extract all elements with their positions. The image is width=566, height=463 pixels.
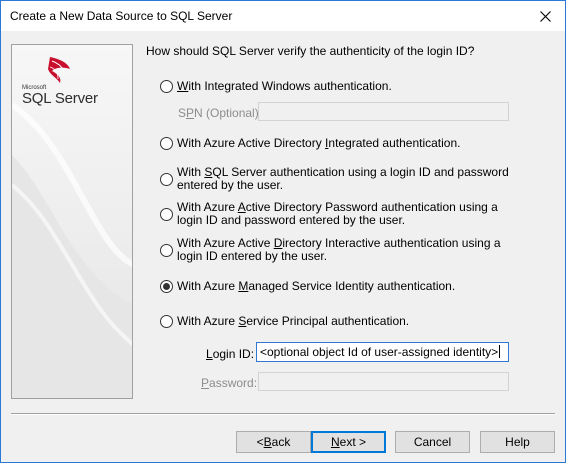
password-label: Password: — [201, 376, 258, 390]
radio-aad-password[interactable]: With Azure Active Directory Password aut… — [160, 201, 517, 227]
close-icon — [539, 10, 551, 22]
radio-button[interactable] — [160, 208, 173, 221]
radio-integrated-windows[interactable]: With Integrated Windows authentication. — [160, 80, 392, 93]
radio-button[interactable] — [160, 137, 173, 150]
radio-button-selected[interactable] — [160, 280, 173, 293]
radio-aad-managed-identity[interactable]: With Azure Managed Service Identity auth… — [160, 280, 455, 293]
radio-aad-interactive[interactable]: With Azure Active Directory Interactive … — [160, 237, 517, 263]
login-id-input[interactable]: <optional object Id of user-assigned ide… — [256, 342, 509, 362]
spn-label: SPN (Optional): — [178, 106, 263, 120]
next-button[interactable]: Next > — [311, 431, 386, 453]
option-label: With Azure Managed Service Identity auth… — [177, 279, 456, 293]
option-label: With SQL Server authentication using a l… — [177, 165, 509, 192]
radio-button[interactable] — [160, 315, 173, 328]
logo-panel: Microsoft SQL Server — [11, 44, 133, 399]
radio-button[interactable] — [160, 80, 173, 93]
option-label: With Azure Active Directory Interactive … — [177, 236, 501, 263]
auth-question: How should SQL Server verify the authent… — [146, 44, 475, 58]
radio-sql-server-auth[interactable]: With SQL Server authentication using a l… — [160, 166, 517, 192]
close-button[interactable] — [525, 1, 565, 31]
sql-server-logo-icon — [48, 57, 70, 83]
help-button[interactable]: Help — [480, 431, 555, 453]
dialog-window: Create a New Data Source to SQL Server M… — [0, 0, 566, 463]
separator — [11, 413, 555, 415]
radio-button[interactable] — [160, 244, 173, 257]
option-label: With Azure Active Directory Password aut… — [177, 200, 498, 227]
radio-aad-service-principal[interactable]: With Azure Service Principal authenticat… — [160, 315, 409, 328]
window-title: Create a New Data Source to SQL Server — [10, 9, 233, 23]
back-button[interactable]: < Back — [236, 431, 311, 453]
title-bar: Create a New Data Source to SQL Server — [1, 1, 565, 31]
option-label: With Azure Service Principal authenticat… — [177, 314, 410, 328]
password-input[interactable] — [258, 372, 509, 391]
option-label: With Integrated Windows authentication. — [177, 79, 392, 93]
radio-button[interactable] — [160, 173, 173, 186]
logo-product-text: SQL Server — [22, 90, 98, 107]
cancel-button[interactable]: Cancel — [395, 431, 470, 453]
option-label: With Azure Active Directory Integrated a… — [177, 136, 461, 150]
radio-aad-integrated[interactable]: With Azure Active Directory Integrated a… — [160, 137, 461, 150]
spn-input[interactable] — [258, 102, 509, 121]
login-id-label: Login ID: — [206, 347, 255, 361]
